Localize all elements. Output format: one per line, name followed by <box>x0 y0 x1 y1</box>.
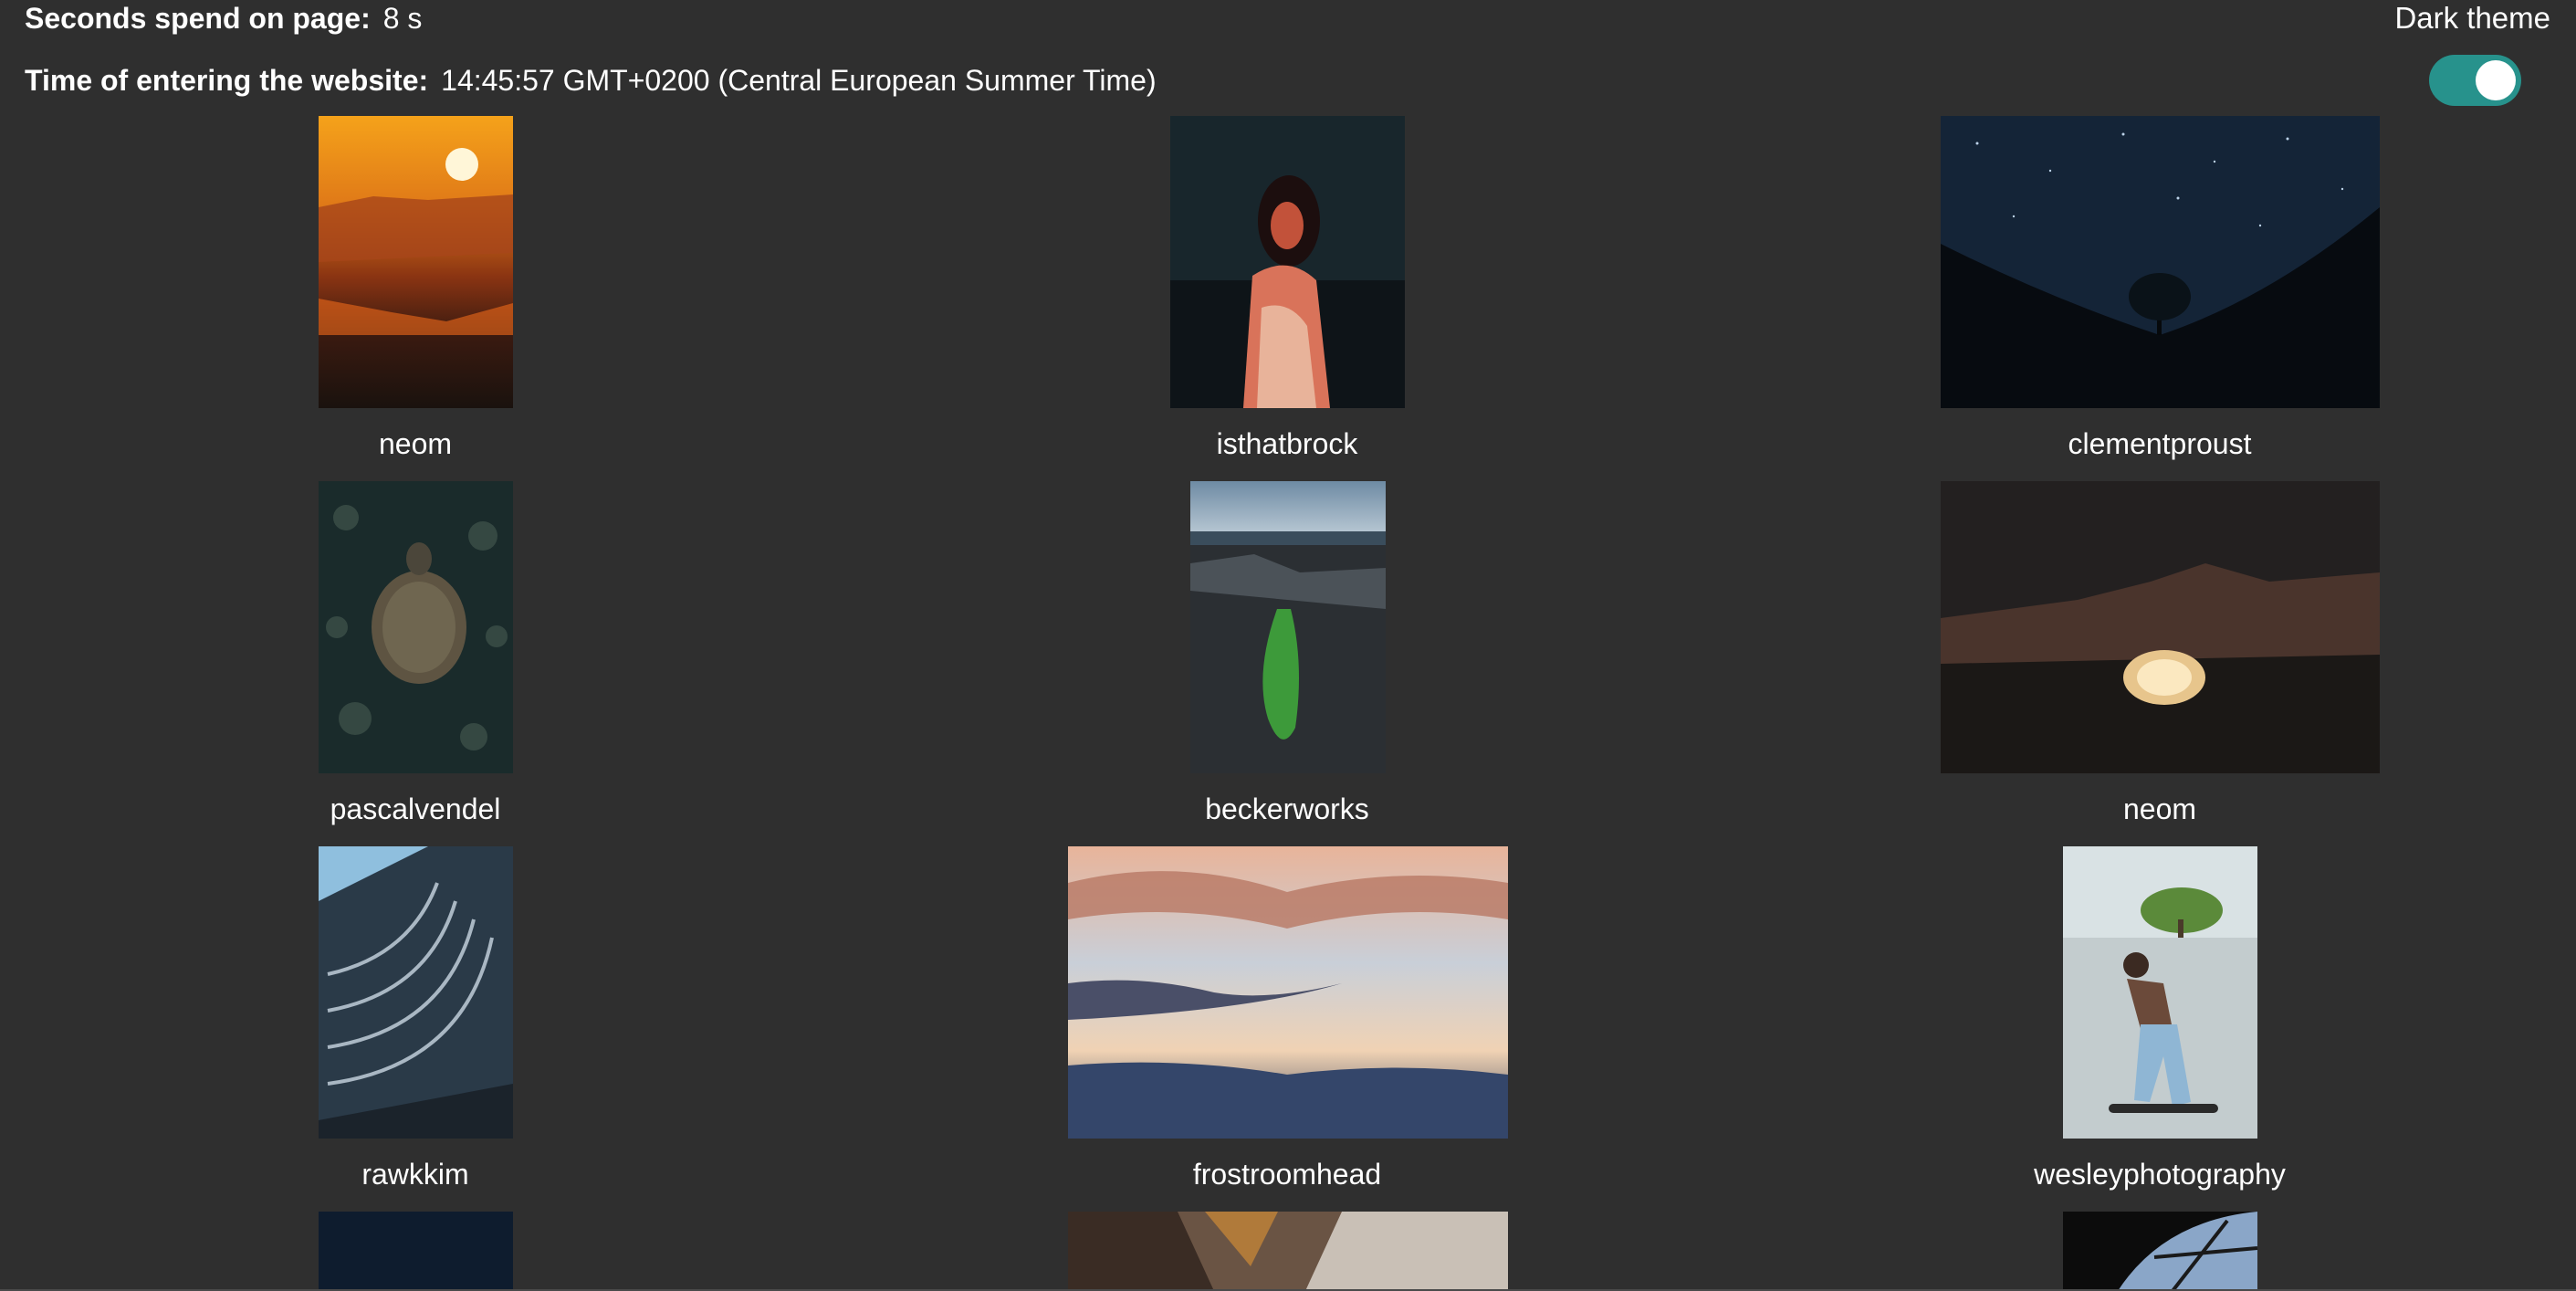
seconds-on-page-line: Seconds spend on page: 8 s <box>25 2 422 36</box>
entry-time-label: Time of entering the website: <box>25 64 429 97</box>
curved-glass-building-photo[interactable] <box>319 846 513 1139</box>
sunset-clouds-photo[interactable] <box>1068 846 1508 1139</box>
tree-under-starry-sky-photo[interactable] <box>1941 116 2380 408</box>
photo-caption: neom <box>2122 792 2197 825</box>
glowing-tent-in-desert-photo[interactable] <box>1941 481 2380 773</box>
photo-caption: beckerworks <box>1205 792 1369 825</box>
sunset-over-canyon-photo[interactable] <box>319 116 513 408</box>
skateboarder-photo[interactable] <box>2063 846 2257 1139</box>
dark-theme-label: Dark theme <box>2394 1 2550 35</box>
seconds-on-page-value: 8 s <box>382 2 423 35</box>
photo-caption: neom <box>378 427 453 460</box>
sea-turtle-on-reef-photo[interactable] <box>319 481 513 773</box>
photo-caption: pascalvendel <box>330 792 501 825</box>
green-rock-pool-photo[interactable] <box>1190 481 1386 773</box>
dark-theme-toggle[interactable] <box>2429 55 2521 106</box>
entry-time-value: 14:45:57 GMT+0200 (Central European Summ… <box>441 64 1157 97</box>
photo-caption: frostroomhead <box>1192 1158 1382 1191</box>
toggle-knob <box>2476 60 2516 100</box>
photo-caption: rawkkim <box>361 1158 469 1191</box>
woman-in-red-light-photo[interactable] <box>1170 116 1405 408</box>
rocky-canyon-photo[interactable] <box>1068 1212 1508 1291</box>
seconds-on-page-label: Seconds spend on page: <box>25 2 371 35</box>
dark-blue-sky-photo[interactable] <box>319 1212 513 1291</box>
photo-caption: clementproust <box>2068 427 2252 460</box>
photo-caption: isthatbrock <box>1216 427 1358 460</box>
photo-caption: wesleyphotography <box>2034 1158 2286 1191</box>
glass-dome-photo[interactable] <box>2063 1212 2257 1291</box>
entry-time-line: Time of entering the website: 14:45:57 GM… <box>25 64 1157 98</box>
